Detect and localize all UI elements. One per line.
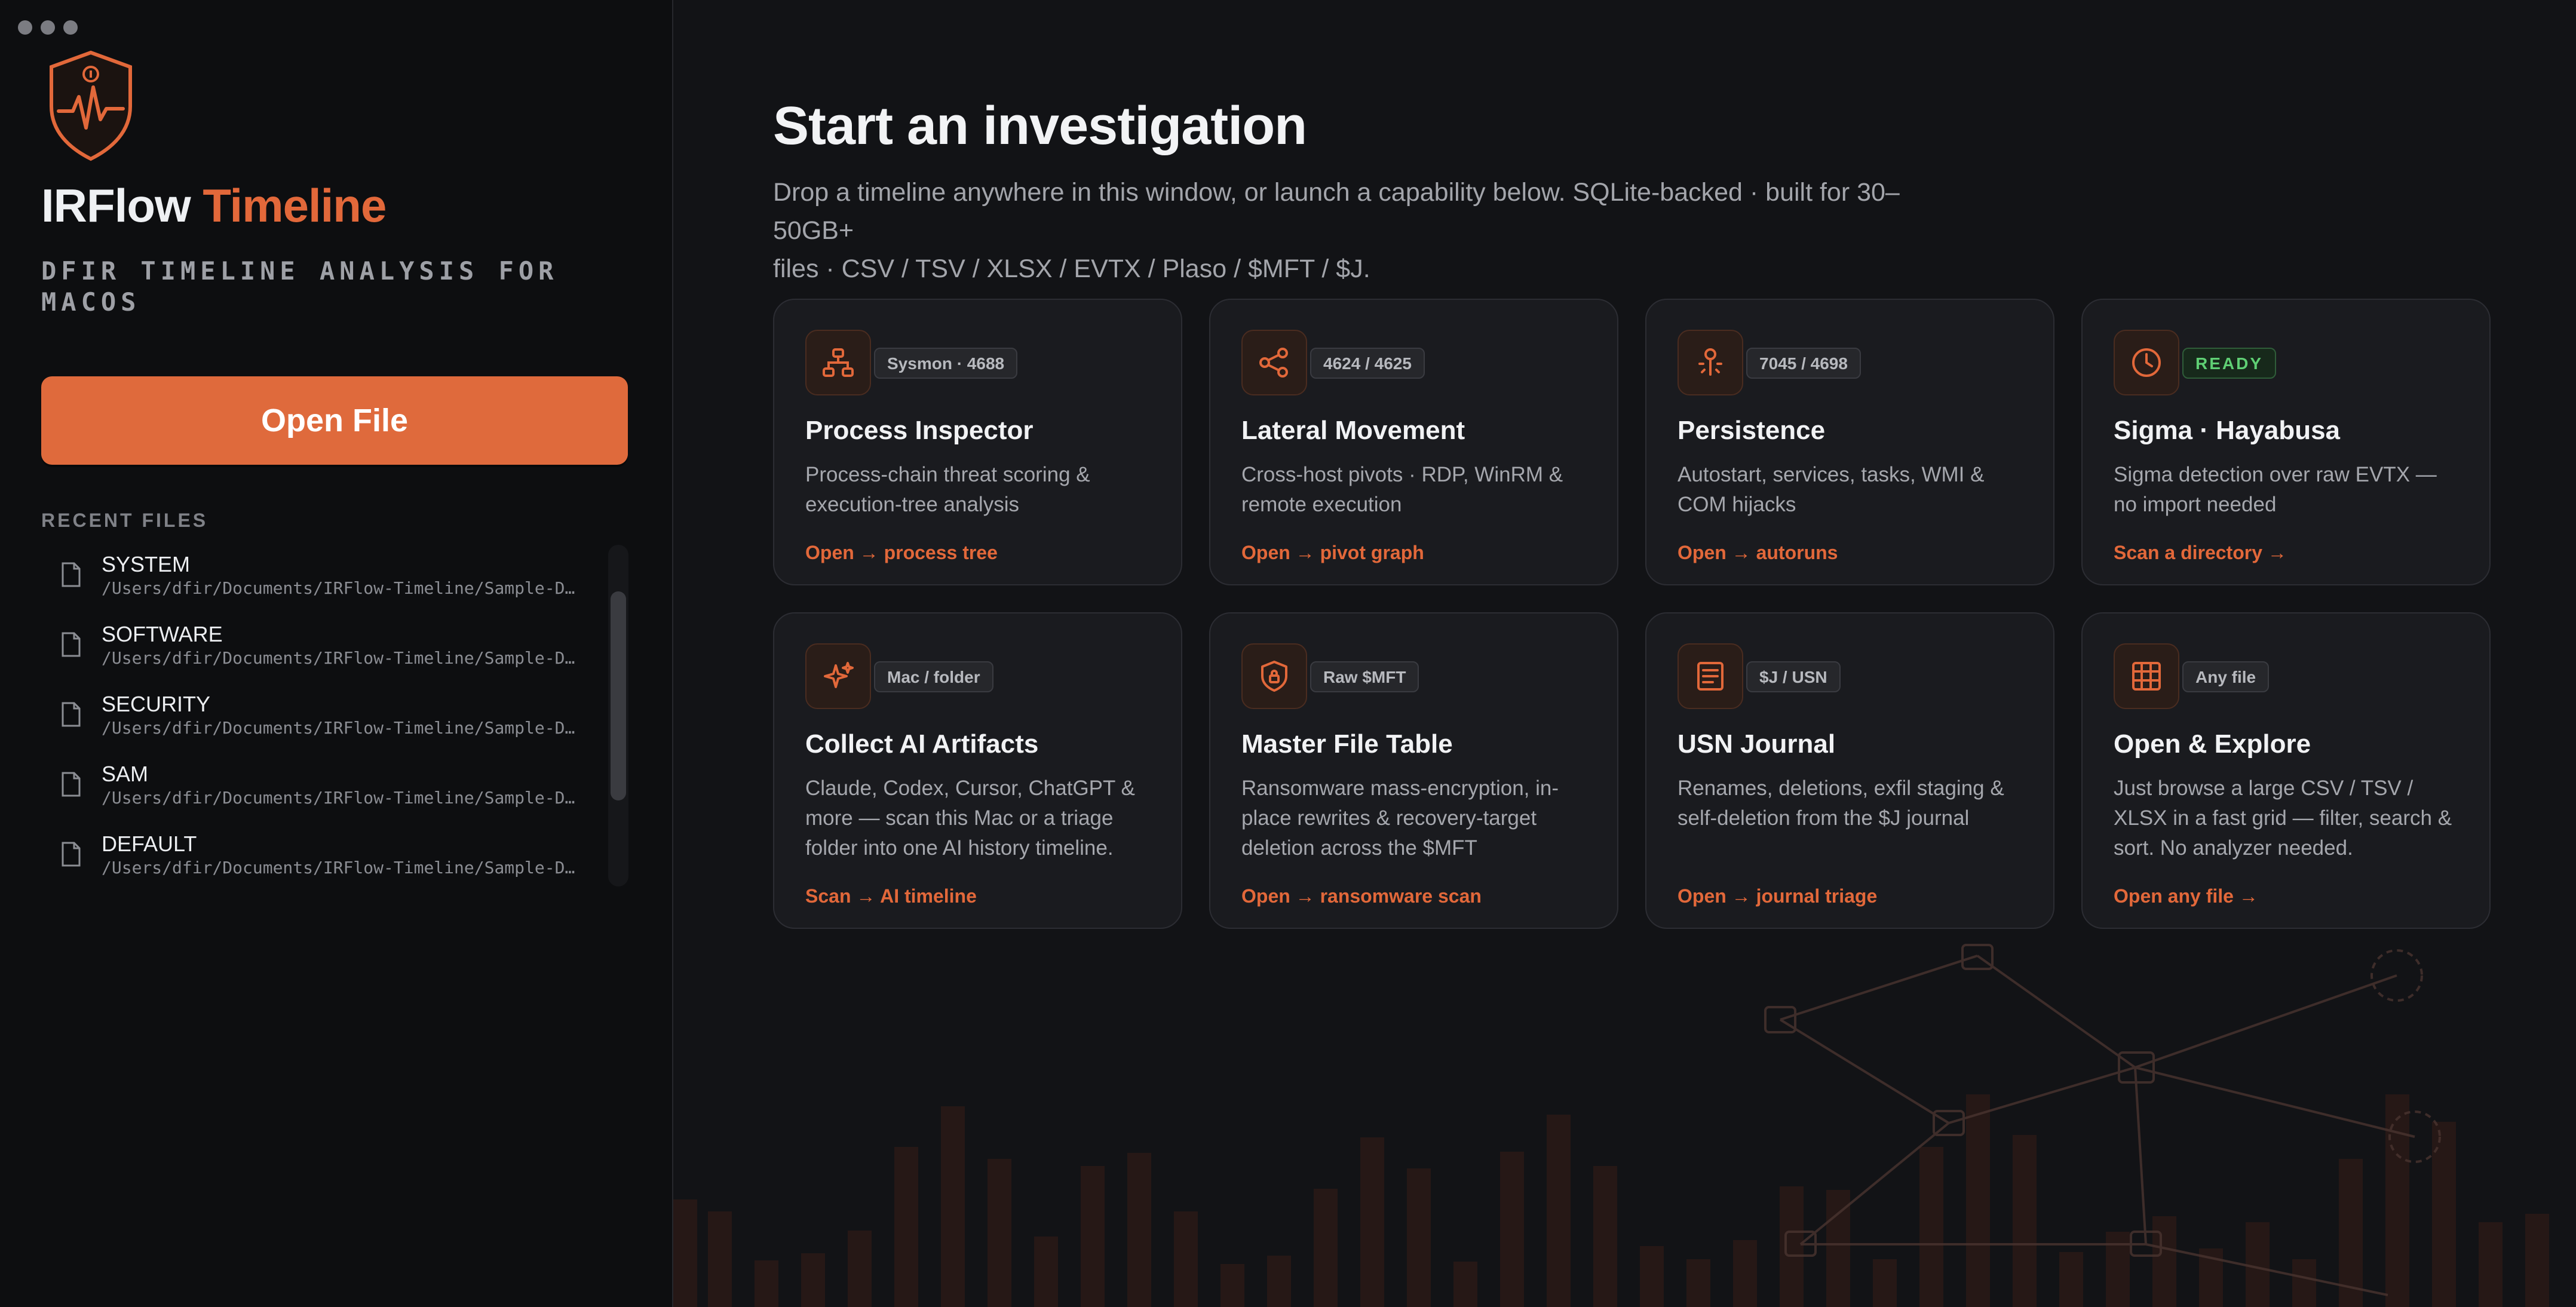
app-tagline: DFIR TIMELINE ANALYSIS FOR MACOS	[41, 256, 559, 317]
recent-file-name: SYSTEM	[102, 552, 191, 576]
process-tree-icon	[805, 330, 871, 395]
card-title: Process Inspector	[805, 416, 1034, 445]
recent-file-path: /Users/dfir/Documents/IRFlow-Timeline/Sa…	[102, 718, 575, 738]
card-action-link[interactable]: Scan → AI timeline	[805, 885, 977, 907]
recent-file-name: DEFAULT	[102, 832, 197, 856]
card-action-link[interactable]: Open → ransomware scan	[1241, 885, 1482, 907]
card-description: Claude, Codex, Cursor, ChatGPT & more — …	[805, 777, 1135, 860]
source-badge: Raw $MFT	[1310, 661, 1419, 692]
card-title: Open & Explore	[2114, 729, 2311, 759]
master-file-table-card[interactable]: Raw $MFT Master File Table Ransomware ma…	[1209, 612, 1618, 929]
source-badge: $J / USN	[1746, 661, 1841, 692]
app-title-primary: IRFlow	[41, 179, 191, 232]
card-title: Sigma · Hayabusa	[2114, 416, 2341, 445]
journal-icon	[1678, 643, 1743, 709]
recent-file-path: /Users/dfir/Documents/IRFlow-Timeline/Sa…	[102, 648, 575, 668]
app-title: IRFlow Timeline	[41, 179, 387, 232]
anchor-pin-icon	[1678, 330, 1743, 395]
card-action-link[interactable]: Scan a directory →	[2114, 542, 2287, 564]
recent-files-list: SYSTEM /Users/dfir/Documents/IRFlow-Time…	[48, 545, 585, 894]
background-network-graph	[1764, 944, 2441, 1296]
recent-file-path: /Users/dfir/Documents/IRFlow-Timeline/Sa…	[102, 578, 575, 598]
close-window-button[interactable]	[18, 20, 32, 35]
card-description: Autostart, services, tasks, WMI & COM hi…	[1678, 463, 1985, 516]
card-action-link[interactable]: Open → journal triage	[1678, 885, 1877, 907]
card-title: Collect AI Artifacts	[805, 729, 1039, 759]
zoom-window-button[interactable]	[63, 20, 78, 35]
card-action-link[interactable]: Open → pivot graph	[1241, 542, 1424, 564]
recent-file-path: /Users/dfir/Documents/IRFlow-Timeline/Sa…	[102, 858, 575, 878]
card-action-link[interactable]: Open → autoruns	[1678, 542, 1838, 564]
card-description: Renames, deletions, exfil staging & self…	[1678, 777, 2004, 830]
capability-grid: Sysmon · 4688 Process Inspector Process-…	[773, 299, 2491, 929]
card-title: Lateral Movement	[1241, 416, 1465, 445]
document-icon	[62, 842, 81, 867]
shield-lock-icon	[1241, 643, 1307, 709]
collect-ai-artifacts-card[interactable]: Mac / folder Collect AI Artifacts Claude…	[773, 612, 1182, 929]
card-description: Ransomware mass-encryption, in-place rew…	[1241, 777, 1559, 860]
card-description: Process-chain threat scoring & execution…	[805, 463, 1090, 516]
card-description: Just browse a large CSV / TSV / XLSX in …	[2114, 777, 2452, 860]
recent-file-item[interactable]: SOFTWARE /Users/dfir/Documents/IRFlow-Ti…	[48, 615, 585, 685]
document-icon	[62, 772, 81, 797]
recent-file-item[interactable]: DEFAULT /Users/dfir/Documents/IRFlow-Tim…	[48, 824, 585, 894]
clock-icon	[2114, 330, 2179, 395]
scrollbar-thumb[interactable]	[611, 591, 626, 800]
recent-file-name: SOFTWARE	[102, 622, 223, 646]
source-badge: Any file	[2182, 661, 2270, 692]
window-controls	[18, 20, 78, 35]
open-and-explore-card[interactable]: Any file Open & Explore Just browse a la…	[2081, 612, 2491, 929]
lateral-movement-card[interactable]: 4624 / 4625 Lateral Movement Cross-host …	[1209, 299, 1618, 585]
share-nodes-icon	[1241, 330, 1307, 395]
event-id-badge: 7045 / 4698	[1746, 348, 1861, 379]
table-grid-icon	[2114, 643, 2179, 709]
recent-files-heading: RECENT FILES	[41, 510, 208, 531]
shield-pulse-logo-icon	[50, 50, 132, 161]
intro-text: Drop a timeline anywhere in this window,…	[773, 173, 1968, 288]
recent-file-item[interactable]: SECURITY /Users/dfir/Documents/IRFlow-Ti…	[48, 685, 585, 754]
card-title: USN Journal	[1678, 729, 1836, 759]
recent-file-path: /Users/dfir/Documents/IRFlow-Timeline/Sa…	[102, 788, 575, 808]
recent-file-item[interactable]: SYSTEM /Users/dfir/Documents/IRFlow-Time…	[48, 545, 585, 615]
card-action-link[interactable]: Open any file →	[2114, 885, 2258, 907]
page-title: Start an investigation	[773, 96, 1307, 156]
event-id-badge: Sysmon · 4688	[874, 348, 1018, 379]
event-id-badge: 4624 / 4625	[1310, 348, 1425, 379]
document-icon	[62, 632, 81, 657]
sidebar: IRFlow Timeline DFIR TIMELINE ANALYSIS F…	[0, 0, 673, 1307]
recent-file-name: SECURITY	[102, 692, 211, 716]
minimize-window-button[interactable]	[41, 20, 55, 35]
ready-status-badge: READY	[2182, 348, 2277, 379]
sigma-hayabusa-card[interactable]: READY Sigma · Hayabusa Sigma detection o…	[2081, 299, 2491, 585]
app-title-accent: Timeline	[203, 179, 387, 232]
usn-journal-card[interactable]: $J / USN USN Journal Renames, deletions,…	[1645, 612, 2054, 929]
card-title: Persistence	[1678, 416, 1826, 445]
recent-file-name: SAM	[102, 762, 149, 786]
source-badge: Mac / folder	[874, 661, 993, 692]
recent-file-item[interactable]: SAM /Users/dfir/Documents/IRFlow-Timelin…	[48, 754, 585, 824]
process-inspector-card[interactable]: Sysmon · 4688 Process Inspector Process-…	[773, 299, 1182, 585]
background-histogram	[673, 1094, 2549, 1307]
document-icon	[62, 702, 81, 727]
intro-line: files · CSV / TSV / XLSX / EVTX / Plaso …	[773, 254, 1370, 283]
intro-line: Drop a timeline anywhere in this window,…	[773, 178, 1900, 245]
card-title: Master File Table	[1241, 729, 1453, 759]
persistence-card[interactable]: 7045 / 4698 Persistence Autostart, servi…	[1645, 299, 2054, 585]
sparkle-icon	[805, 643, 871, 709]
document-icon	[62, 562, 81, 587]
open-file-button[interactable]: Open File	[41, 376, 628, 465]
card-description: Sigma detection over raw EVTX — no impor…	[2114, 463, 2437, 516]
main-panel: Start an investigation Drop a timeline a…	[673, 0, 2576, 1307]
card-action-link[interactable]: Open → process tree	[805, 542, 998, 564]
card-description: Cross-host pivots · RDP, WinRM & remote …	[1241, 463, 1563, 516]
